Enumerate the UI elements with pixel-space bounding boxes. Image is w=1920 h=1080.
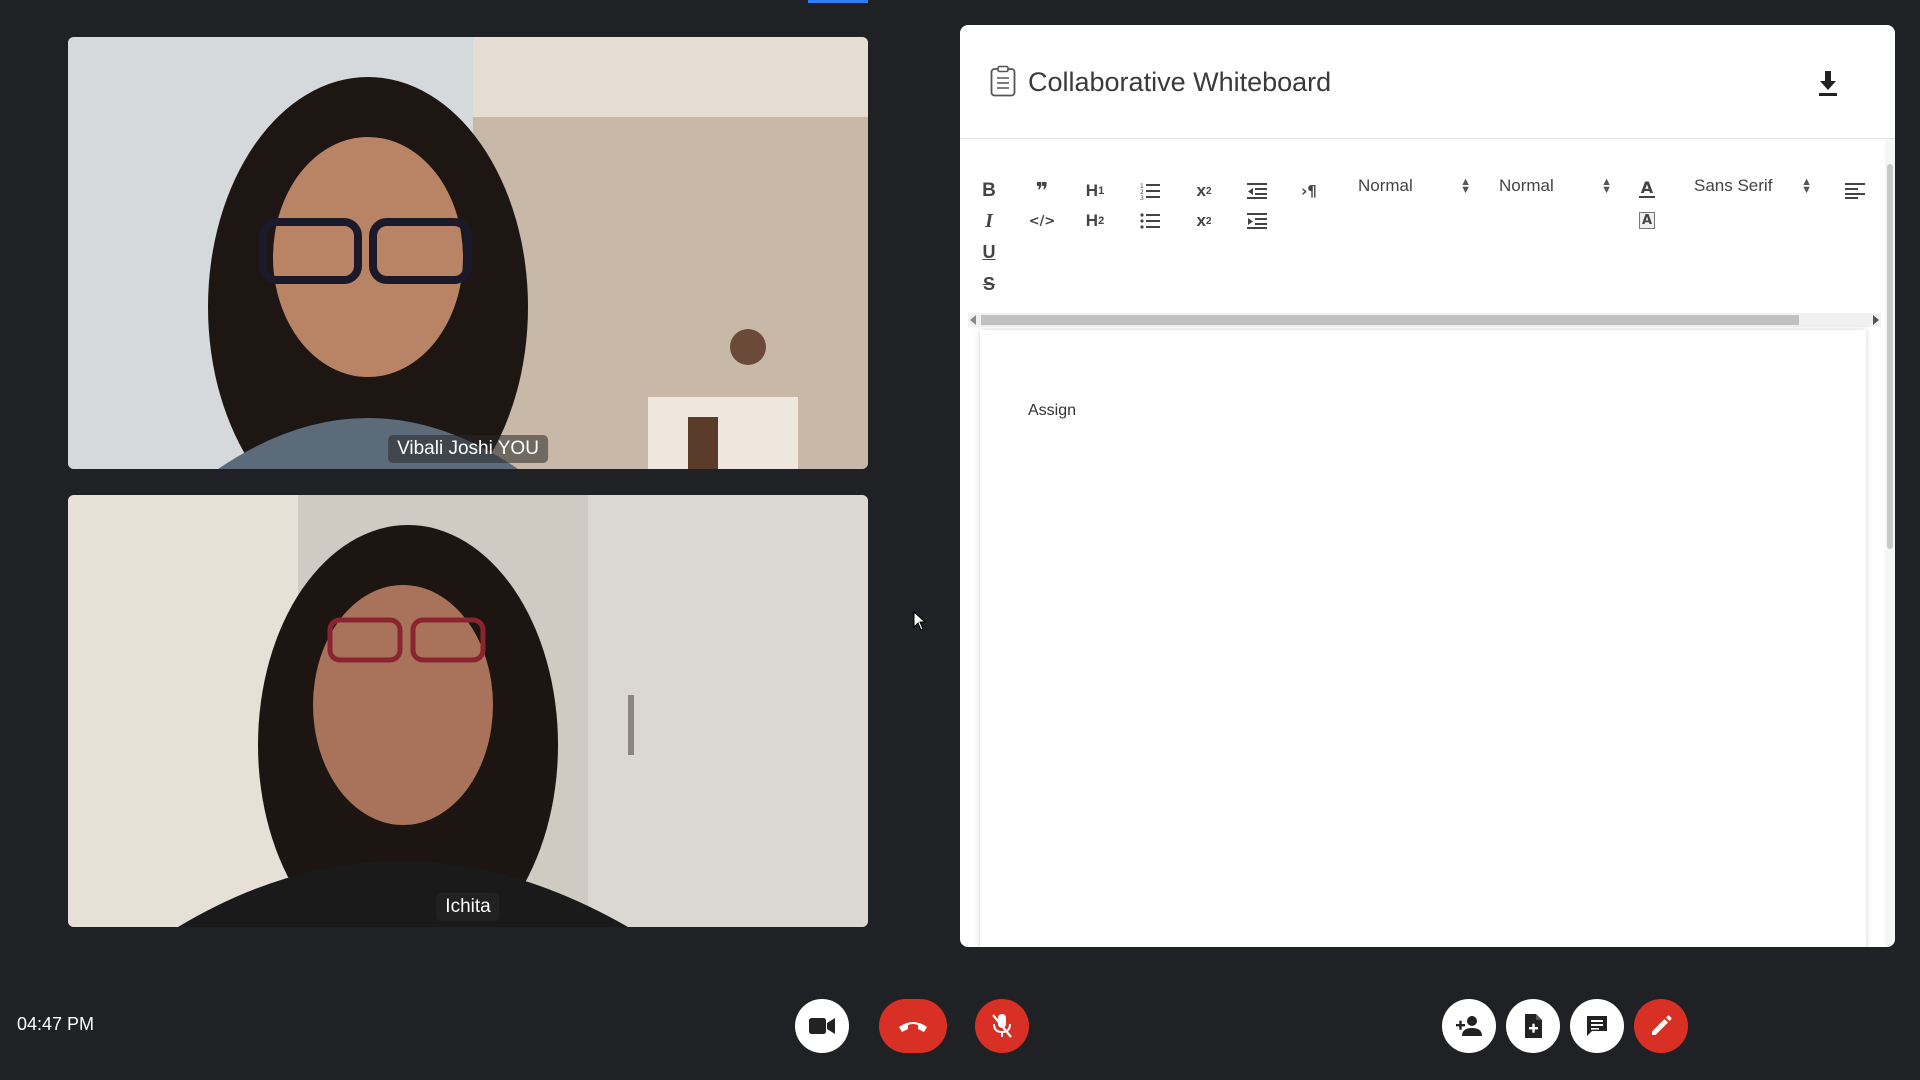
- size-picker[interactable]: Normal ▲ ▼: [1358, 173, 1471, 199]
- font-picker[interactable]: Sans Serif ▲ ▼: [1694, 173, 1812, 199]
- heading-2-label: H: [1085, 211, 1099, 230]
- whiteboard-title: Collaborative Whiteboard: [1028, 67, 1332, 97]
- outdent-icon: [1247, 183, 1267, 199]
- ordered-list-icon: 1 2 3: [1140, 183, 1160, 200]
- participant-name-tag: Vibali Joshi YOU: [388, 435, 548, 463]
- heading-1-sub: 1: [1098, 185, 1105, 197]
- superscript-label: x: [1196, 211, 1206, 230]
- participant-video: [68, 37, 868, 469]
- scrollbar-thumb[interactable]: [981, 315, 1799, 325]
- participant-video: [68, 495, 868, 927]
- chat-icon: [1587, 1016, 1607, 1036]
- superscript-sup: 2: [1205, 215, 1212, 227]
- add-participant-button[interactable]: [1442, 999, 1496, 1053]
- superscript-button[interactable]: x2: [1189, 208, 1219, 234]
- header-picker-value: Normal: [1499, 176, 1554, 195]
- background-color-label: A: [1638, 211, 1656, 229]
- participant-name-tag: Ichita: [436, 893, 500, 921]
- video-tile-self: Vibali Joshi YOU: [68, 37, 868, 469]
- header-picker[interactable]: Normal ▲ ▼: [1499, 173, 1612, 199]
- indent-button[interactable]: [1242, 208, 1272, 234]
- chat-button[interactable]: [1570, 999, 1624, 1053]
- editor-area[interactable]: Assign: [980, 330, 1866, 947]
- ordered-list-button[interactable]: 1 2 3: [1135, 178, 1165, 204]
- person-add-icon: [1456, 1016, 1482, 1036]
- editor-content[interactable]: Assign: [1028, 402, 1076, 420]
- svg-text:3: 3: [1140, 195, 1144, 200]
- mouse-cursor-icon: [913, 611, 927, 631]
- bold-button[interactable]: B: [974, 178, 1004, 204]
- size-picker-value: Normal: [1358, 176, 1413, 195]
- whiteboard-button[interactable]: [1634, 999, 1688, 1053]
- whiteboard-header: Collaborative Whiteboard: [960, 25, 1895, 139]
- code-block-button[interactable]: </>: [1027, 208, 1057, 234]
- phone-hangup-icon: [899, 1022, 927, 1032]
- mic-off-icon: [992, 1014, 1012, 1038]
- heading-1-label: H: [1085, 181, 1099, 200]
- font-picker-value: Sans Serif: [1694, 176, 1773, 195]
- pencil-icon: [1652, 1015, 1672, 1035]
- heading-2-button[interactable]: H2: [1080, 208, 1110, 234]
- scroll-left-icon[interactable]: [970, 315, 976, 325]
- whiteboard-vertical-scrollbar[interactable]: [1885, 139, 1895, 947]
- strike-button[interactable]: S: [974, 271, 1004, 297]
- video-tile-remote: Ichita: [68, 495, 868, 927]
- outdent-button[interactable]: [1242, 178, 1272, 204]
- picker-arrows-icon: ▲ ▼: [1460, 176, 1471, 196]
- scrollbar-thumb[interactable]: [1887, 164, 1893, 549]
- video-toggle-button[interactable]: [795, 999, 849, 1053]
- align-button[interactable]: [1840, 178, 1870, 204]
- active-indicator: [808, 0, 868, 3]
- picker-arrows-icon: ▲ ▼: [1801, 176, 1812, 196]
- blockquote-button[interactable]: ❞: [1027, 178, 1057, 204]
- bullet-list-button[interactable]: [1135, 208, 1165, 234]
- indent-icon: [1247, 213, 1267, 229]
- meeting-clock: 04:47 PM: [17, 1014, 95, 1034]
- mute-toggle-button[interactable]: [975, 999, 1029, 1053]
- whiteboard-panel: Collaborative Whiteboard B I U S ❞ </> H…: [960, 25, 1895, 947]
- download-icon[interactable]: [1815, 69, 1841, 97]
- add-file-button[interactable]: [1506, 999, 1560, 1053]
- color-underline: [1639, 196, 1655, 198]
- subscript-label: x: [1196, 181, 1206, 200]
- heading-2-sub: 2: [1098, 215, 1105, 227]
- italic-button[interactable]: I: [974, 208, 1004, 234]
- background-color-button[interactable]: A: [1632, 207, 1662, 233]
- text-direction-button[interactable]: ›¶: [1294, 178, 1324, 204]
- text-color-button[interactable]: A: [1632, 176, 1662, 202]
- toolbar-horizontal-scrollbar[interactable]: [968, 313, 1881, 327]
- end-call-button[interactable]: [879, 999, 947, 1053]
- underline-button[interactable]: U: [974, 239, 1004, 265]
- subscript-button[interactable]: x2: [1189, 178, 1219, 204]
- heading-1-button[interactable]: H1: [1080, 178, 1110, 204]
- subscript-sub: 2: [1205, 185, 1212, 197]
- scroll-right-icon[interactable]: [1873, 315, 1879, 325]
- text-color-label: A: [1640, 178, 1654, 197]
- picker-arrows-icon: ▲ ▼: [1601, 176, 1612, 196]
- align-left-icon: [1845, 183, 1865, 199]
- bullet-list-icon: [1140, 213, 1160, 229]
- clipboard-icon: [990, 65, 1016, 97]
- file-add-icon: [1525, 1014, 1542, 1038]
- video-camera-icon: [809, 1018, 835, 1034]
- editor-toolbar: B I U S ❞ </> H1 H2 1 2 3 x 2 x 2 ›¶ Nor…: [960, 139, 1895, 329]
